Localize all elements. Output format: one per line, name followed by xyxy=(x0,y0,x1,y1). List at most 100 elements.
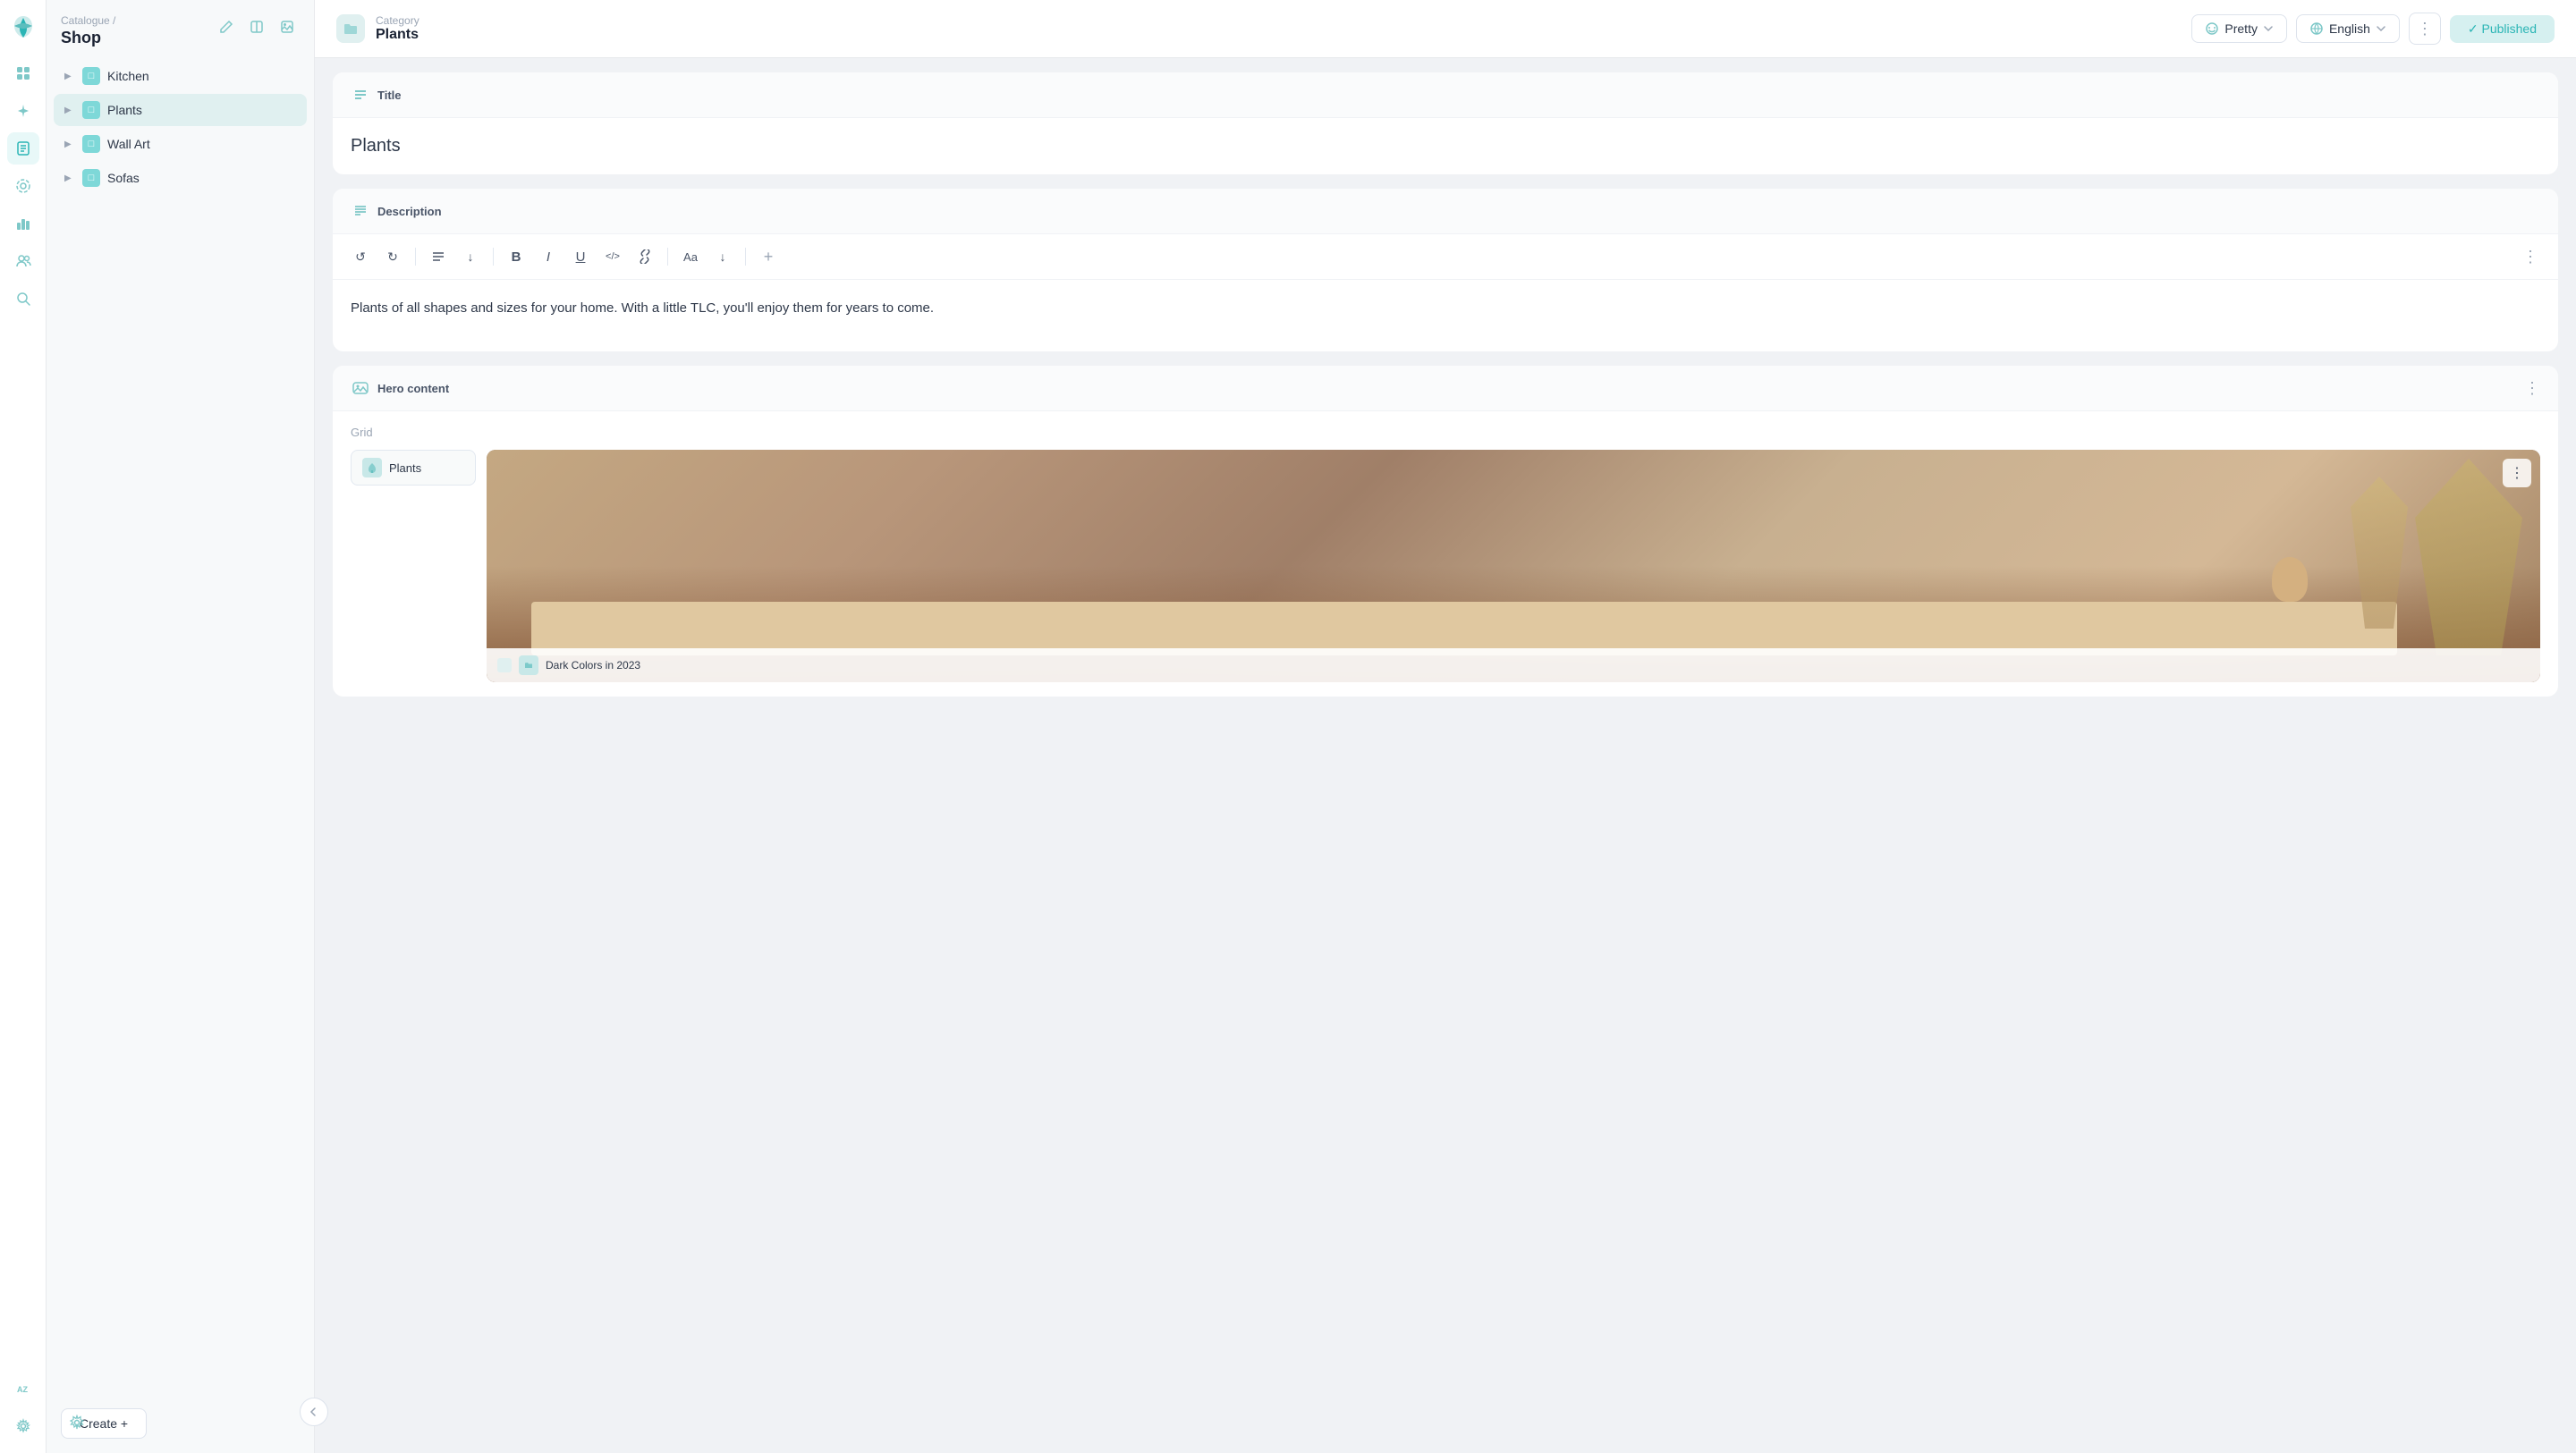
plant-shape-1 xyxy=(2415,459,2522,655)
nav-settings-icon[interactable] xyxy=(61,1407,93,1439)
hero-more-btn[interactable]: ⋮ xyxy=(2524,379,2540,398)
image-toolbar-btn[interactable] xyxy=(275,14,300,39)
tree-label-kitchen: Kitchen xyxy=(107,69,149,83)
bold-btn[interactable]: B xyxy=(503,243,530,270)
sidebar-item-search[interactable] xyxy=(7,283,39,315)
tree-folder-wall-art: □ xyxy=(82,135,100,153)
sidebar-item-pages[interactable] xyxy=(7,132,39,165)
tree-folder-plants: □ xyxy=(82,101,100,119)
sidebar-icon-rail: AZ xyxy=(0,0,47,1453)
hero-section-card: Hero content ⋮ Grid Plants xyxy=(333,366,2558,697)
nav-panel: Catalogue / Shop ▶ □ Kitchen ▶ □ Plants xyxy=(47,0,315,1453)
edit-toolbar-btn[interactable] xyxy=(214,14,239,39)
top-bar-actions: Pretty English ⋮ ✓ Published xyxy=(2191,13,2555,45)
align-down-btn[interactable]: ↓ xyxy=(457,243,484,270)
link-btn[interactable] xyxy=(631,243,658,270)
pretty-label: Pretty xyxy=(2224,21,2258,36)
language-label: English xyxy=(2329,21,2370,36)
tree-chevron-sofas: ▶ xyxy=(64,173,75,183)
hero-plants-card[interactable]: Plants xyxy=(351,450,476,486)
hero-grid-left: Plants xyxy=(351,450,476,682)
more-options-btn[interactable]: ⋮ xyxy=(2409,13,2441,45)
bottom-bar-folder-icon xyxy=(497,658,512,672)
tree-label-plants: Plants xyxy=(107,103,142,117)
tree-chevron-kitchen: ▶ xyxy=(64,72,75,81)
desc-more-btn[interactable]: ⋮ xyxy=(2517,243,2544,270)
toolbar-divider-4 xyxy=(745,248,746,266)
title-text[interactable]: Plants xyxy=(351,136,2540,156)
tree-item-plants[interactable]: ▶ □ Plants xyxy=(54,94,307,126)
main-content: Category Plants Pretty English ⋮ ✓ Publi… xyxy=(315,0,2576,1453)
title-section-label: Title xyxy=(377,89,402,102)
language-btn[interactable]: English xyxy=(2296,14,2400,43)
sidebar-item-integrations[interactable] xyxy=(7,170,39,202)
room-image xyxy=(487,450,2540,682)
svg-text:AZ: AZ xyxy=(17,1385,28,1394)
hero-grid: Plants ⋮ xyxy=(351,450,2540,682)
code-btn[interactable]: </> xyxy=(599,243,626,270)
dresser-shape xyxy=(531,602,2397,655)
hero-bottom-text: Dark Colors in 2023 xyxy=(546,659,640,672)
sidebar-item-az[interactable]: AZ xyxy=(7,1373,39,1405)
tree-item-wall-art[interactable]: ▶ □ Wall Art xyxy=(54,128,307,160)
published-btn[interactable]: ✓ Published xyxy=(2450,15,2555,43)
font-down-btn[interactable]: ↓ xyxy=(709,243,736,270)
tree-label-sofas: Sofas xyxy=(107,171,140,185)
category-name: Plants xyxy=(376,27,419,43)
sidebar-item-analytics[interactable] xyxy=(7,207,39,240)
title-section-header: Title xyxy=(333,72,2558,118)
app-logo xyxy=(7,11,39,43)
category-folder-icon xyxy=(336,14,365,43)
vase-shape xyxy=(2272,557,2308,602)
description-section-icon xyxy=(351,201,370,221)
sidebar-item-home[interactable] xyxy=(7,57,39,89)
category-label: Category xyxy=(376,14,419,27)
sidebar-item-users[interactable] xyxy=(7,245,39,277)
hero-section-header: Hero content ⋮ xyxy=(333,366,2558,411)
tree-item-kitchen[interactable]: ▶ □ Kitchen xyxy=(54,60,307,92)
hero-plants-icon xyxy=(362,458,382,477)
align-btn[interactable] xyxy=(425,243,452,270)
hero-plants-label: Plants xyxy=(389,461,421,475)
hero-section-label: Hero content xyxy=(377,382,449,395)
add-btn[interactable]: + xyxy=(755,243,782,270)
grid-label: Grid xyxy=(351,426,2540,439)
category-info: Category Plants xyxy=(376,14,419,43)
toolbar-divider-3 xyxy=(667,248,668,266)
top-bar: Category Plants Pretty English ⋮ ✓ Publi… xyxy=(315,0,2576,58)
description-text: Plants of all shapes and sizes for your … xyxy=(351,300,934,316)
hero-bottom-category-icon xyxy=(519,655,538,675)
nav-title: Shop xyxy=(61,29,115,47)
collapse-panel-btn[interactable] xyxy=(300,1398,328,1426)
title-section-icon xyxy=(351,85,370,105)
tree-folder-sofas: □ xyxy=(82,169,100,187)
toolbar-divider-2 xyxy=(493,248,494,266)
hero-grid-right: ⋮ Dark Colors in 2023 xyxy=(487,450,2540,682)
hero-body: Grid Plants xyxy=(333,411,2558,697)
description-section-header: Description xyxy=(333,189,2558,234)
italic-btn[interactable]: I xyxy=(535,243,562,270)
description-section-card: Description ↺ ↻ ↓ B I U </> Aa ↓ + ⋮ xyxy=(333,189,2558,351)
room-more-btn[interactable]: ⋮ xyxy=(2503,459,2531,487)
tree-folder-kitchen: □ xyxy=(82,67,100,85)
pretty-btn[interactable]: Pretty xyxy=(2191,14,2287,43)
font-btn[interactable]: Aa xyxy=(677,243,704,270)
nav-toolbar xyxy=(214,14,300,39)
nav-breadcrumb: Catalogue / xyxy=(61,14,115,27)
tree-label-wall-art: Wall Art xyxy=(107,137,150,151)
description-toolbar: ↺ ↻ ↓ B I U </> Aa ↓ + ⋮ xyxy=(333,234,2558,280)
underline-btn[interactable]: U xyxy=(567,243,594,270)
tree-chevron-plants: ▶ xyxy=(64,106,75,115)
sidebar-item-settings[interactable] xyxy=(7,1410,39,1442)
hero-section-icon xyxy=(351,378,370,398)
tree-item-sofas[interactable]: ▶ □ Sofas xyxy=(54,162,307,194)
tree-chevron-wall-art: ▶ xyxy=(64,139,75,149)
redo-btn[interactable]: ↻ xyxy=(379,243,406,270)
book-toolbar-btn[interactable] xyxy=(244,14,269,39)
description-section-label: Description xyxy=(377,205,442,218)
title-section-card: Title Plants xyxy=(333,72,2558,174)
undo-btn[interactable]: ↺ xyxy=(347,243,374,270)
sidebar-item-sparkle[interactable] xyxy=(7,95,39,127)
description-content[interactable]: Plants of all shapes and sizes for your … xyxy=(333,280,2558,351)
toolbar-divider-1 xyxy=(415,248,416,266)
